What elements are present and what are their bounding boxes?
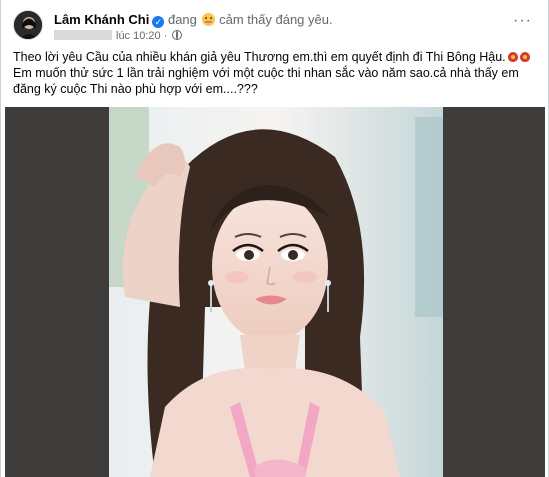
globe-icon[interactable] — [172, 30, 183, 40]
status-prefix: đang — [167, 12, 197, 27]
meta-separator: · — [163, 30, 168, 42]
feeling-text[interactable]: cảm thấy đáng yêu. — [219, 12, 332, 27]
author-name[interactable]: Lâm Khánh Chi — [54, 12, 149, 27]
avatar-image — [14, 11, 42, 39]
portrait-photo — [5, 107, 545, 477]
post-header-line: Lâm Khánh Chi ✓ đang cảm thấy đáng yêu. — [54, 12, 333, 28]
author-avatar[interactable] — [13, 10, 43, 40]
post-time[interactable]: lúc 10:20 — [116, 30, 161, 42]
post-text-line-1: Theo lời yêu Cầu của nhiều khán giả yêu … — [13, 49, 538, 65]
post-text-line-2: Em muốn thử sức 1 lần trải nghiệm với mộ… — [13, 66, 519, 96]
facebook-post: Lâm Khánh Chi ✓ đang cảm thấy đáng yêu. l… — [0, 0, 549, 477]
redacted-date — [54, 30, 112, 40]
verified-badge-icon: ✓ — [152, 16, 165, 28]
post-text-line-1-text: Theo lời yêu Cầu của nhiều khán giả yêu … — [13, 50, 506, 64]
smiling-emoji-icon — [201, 13, 215, 26]
more-options-button[interactable]: ··· — [513, 13, 532, 29]
flower-emoji-icon — [519, 52, 530, 62]
flower-emoji-icon — [507, 52, 518, 62]
post-meta: lúc 10:20 · — [54, 29, 183, 43]
post-photo[interactable] — [5, 107, 545, 477]
post-text: Theo lời yêu Cầu của nhiều khán giả yêu … — [13, 49, 538, 97]
